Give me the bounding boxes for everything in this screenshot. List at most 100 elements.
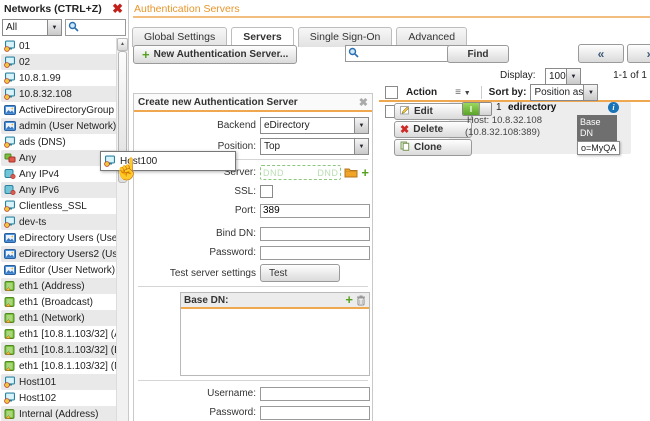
chevron-down-icon: ▼ (583, 85, 597, 100)
tab-servers[interactable]: Servers (231, 27, 294, 47)
sidebar-item[interactable]: Any IPv6 (1, 182, 117, 198)
prev-page-button[interactable]: « (578, 44, 624, 63)
sidebar-item[interactable]: eth1 (Broadcast) (1, 294, 117, 310)
item-position: 1 (496, 102, 502, 113)
scroll-up-icon[interactable]: ▲ (117, 38, 128, 51)
sidebar-item[interactable]: admin (User Network) (1, 118, 117, 134)
chevron-down-icon: ▼ (354, 139, 368, 154)
find-button[interactable]: Find (447, 45, 509, 63)
sidebar-item-label: dev-ts (19, 217, 46, 228)
sidebar-item[interactable]: eDirectory Users (User Gro (1, 230, 117, 246)
sidebar-item-label: eDirectory Users2 (User Gr (19, 249, 117, 260)
sidebar-title: Networks (CTRL+Z) (4, 3, 102, 15)
username-label: Username: (134, 388, 260, 399)
test-server-button[interactable]: Test (260, 264, 340, 282)
base-dn-label: Base DN: (184, 295, 228, 306)
delete-button[interactable]: ✖ Delete (394, 121, 472, 138)
list-menu-icon[interactable]: ≡ ▼ (455, 87, 471, 98)
folder-browse-icon[interactable] (344, 167, 358, 178)
sidebar-item[interactable]: ads (DNS) (1, 134, 117, 150)
close-icon[interactable]: ✖ (112, 4, 123, 14)
find-search-input[interactable] (345, 45, 455, 62)
bind-dn-label: Bind DN: (134, 228, 260, 239)
host-icon (4, 376, 16, 388)
iface-icon (4, 328, 16, 340)
sidebar-item[interactable]: Editor (User Network) (1, 262, 117, 278)
edit-button[interactable]: Edit (394, 103, 472, 120)
networks-sidebar: Networks (CTRL+Z) ✖ All ▼ 01 02 10.8.1.99 1… (0, 0, 129, 421)
trash-icon[interactable] (356, 295, 366, 306)
ssl-checkbox[interactable] (260, 185, 273, 198)
sidebar-item[interactable]: 10.8.1.99 (1, 70, 117, 86)
iface-icon (4, 344, 16, 356)
sidebar-item[interactable]: eDirectory Users2 (User Gr (1, 246, 117, 262)
enable-toggle[interactable]: I (462, 102, 492, 116)
password2-field[interactable] (260, 406, 370, 420)
find-search-field[interactable] (361, 47, 454, 60)
new-auth-server-button[interactable]: + New Authentication Server... (133, 45, 297, 64)
sidebar-item[interactable]: dev-ts (1, 214, 117, 230)
iface-icon (4, 280, 16, 292)
base-dn-list[interactable] (181, 309, 369, 375)
network-type-select[interactable]: All ▼ (2, 19, 62, 36)
item-host-port: (10.8.32.108:389) (465, 127, 540, 138)
sidebar-search-field[interactable] (81, 21, 125, 34)
password-label: Password: (134, 247, 260, 258)
password-field[interactable] (260, 246, 370, 260)
sidebar-item-label: Host101 (19, 377, 56, 388)
tooltip-value: o=MyQA (577, 141, 620, 155)
add-base-dn-icon[interactable]: + (345, 295, 353, 305)
sidebar-search-input[interactable] (65, 19, 126, 36)
sidebar-item-label: eth1 [10.8.1.103/32] (Broad (19, 345, 117, 356)
sidebar-item[interactable]: 10.8.32.108 (1, 86, 117, 102)
sidebar-item[interactable]: Host102 (1, 390, 117, 406)
sidebar-item[interactable]: eth1 [10.8.1.103/32] (Addre (1, 326, 117, 342)
sidebar-item-label: ads (DNS) (19, 137, 66, 148)
sidebar-scrollbar[interactable]: ▲ (116, 38, 128, 421)
close-icon[interactable]: ✖ (359, 96, 368, 109)
tooltip-title: Base DN (577, 115, 617, 141)
copy-icon (400, 141, 410, 154)
next-page-button[interactable]: » (627, 44, 650, 63)
sidebar-item[interactable]: 02 (1, 54, 117, 70)
port-label: Port: (134, 205, 260, 216)
position-select[interactable]: Top ▼ (260, 138, 369, 155)
sidebar-item[interactable]: eth1 (Address) (1, 278, 117, 294)
sidebar-item-label: 01 (19, 41, 30, 52)
tab-global-settings[interactable]: Global Settings (132, 27, 227, 47)
network-list: 01 02 10.8.1.99 10.8.32.108ActiveDirectoryG… (1, 38, 117, 421)
server-dnd-dropzone[interactable]: DND DND (260, 165, 341, 180)
tab-single-sign-on[interactable]: Single Sign-On (298, 27, 393, 47)
sidebar-item[interactable]: Clientless_SSL (1, 198, 117, 214)
sidebar-item[interactable]: Internal (Address) (1, 406, 117, 421)
sort-select[interactable]: Position asc ▼ (530, 84, 598, 101)
select-all-checkbox[interactable] (385, 86, 398, 99)
sidebar-item[interactable]: ActiveDirectoryGroup (User (1, 102, 117, 118)
plus-icon: + (142, 50, 150, 60)
iface-icon (4, 360, 16, 372)
sidebar-item[interactable]: eth1 (Network) (1, 310, 117, 326)
port-field[interactable] (260, 204, 370, 218)
host-icon (4, 72, 16, 84)
create-auth-server-panel: Create new Authentication Server ✖ Backe… (133, 93, 373, 421)
host-icon (4, 88, 16, 100)
info-icon[interactable]: i (608, 102, 619, 113)
tab-advanced[interactable]: Advanced (396, 27, 467, 47)
sidebar-item[interactable]: eth1 [10.8.1.103/32] (Broad (1, 342, 117, 358)
iface-icon (4, 408, 16, 420)
bind-dn-field[interactable] (260, 227, 370, 241)
add-server-icon[interactable]: + (361, 168, 369, 178)
sidebar-item[interactable]: Host101 (1, 374, 117, 390)
sidebar-item-label: 10.8.1.99 (19, 73, 61, 84)
server-list-panel: Action ≡ ▼ Sort by: Position asc ▼ Edit … (379, 85, 650, 421)
username-field[interactable] (260, 387, 370, 401)
sidebar-item[interactable]: 01 (1, 38, 117, 54)
panel-title: Create new Authentication Server (138, 97, 298, 108)
sidebar-item-label: admin (User Network) (19, 121, 116, 132)
sidebar-item-label: Any IPv4 (19, 169, 59, 180)
display-count-select[interactable]: 100 ▼ (545, 68, 581, 85)
backend-select[interactable]: eDirectory ▼ (260, 117, 369, 134)
clone-button[interactable]: Clone (394, 139, 472, 156)
sidebar-item[interactable]: eth1 [10.8.1.103/32] (Netwo (1, 358, 117, 374)
toggle-knob (479, 103, 491, 115)
